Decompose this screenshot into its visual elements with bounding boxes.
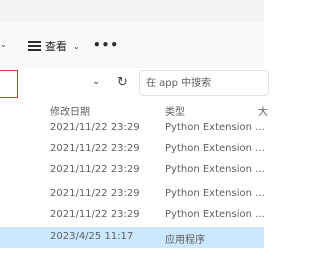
recent-locations-chevron-icon[interactable]: ⌄	[92, 76, 100, 87]
file-row[interactable]: 2021/11/22 23:29 Python Extension ...	[0, 139, 265, 160]
file-row-selected[interactable]: 2023/4/25 11:17 应用程序	[0, 227, 264, 248]
file-type: Python Extension ...	[165, 164, 265, 175]
chevron-down-icon[interactable]: ⌄	[0, 40, 7, 49]
file-type: 应用程序	[165, 235, 205, 246]
file-date-modified: 2021/11/22 23:29	[50, 122, 140, 133]
refresh-icon[interactable]: ↻	[117, 75, 128, 90]
column-header: 修改日期 类型 大	[0, 100, 268, 118]
address-input[interactable]	[0, 70, 18, 98]
column-header-type[interactable]: 类型	[165, 103, 185, 118]
file-type: Python Extension ...	[165, 122, 265, 133]
file-date-modified: 2021/11/22 23:29	[50, 164, 140, 175]
search-input[interactable]	[140, 71, 264, 96]
file-row[interactable]: 2021/11/22 23:29 Python Extension ...	[0, 118, 265, 139]
window-top-band	[0, 0, 264, 22]
chevron-down-icon: ⌄	[73, 41, 80, 51]
more-options-button[interactable]: •••	[93, 38, 119, 52]
file-date-modified: 2021/11/22 23:29	[50, 188, 140, 199]
view-label: 查看	[45, 40, 67, 53]
file-date-modified: 2021/11/22 23:29	[50, 209, 140, 220]
file-row[interactable]: 2021/11/22 23:29 Python Extension ...	[0, 184, 265, 205]
column-header-size[interactable]: 大	[258, 103, 268, 118]
file-date-modified: 2021/11/22 23:29	[50, 143, 140, 154]
file-type: Python Extension ...	[165, 188, 265, 199]
view-button[interactable]: 查看 ⌄	[28, 36, 80, 56]
file-row[interactable]: 2021/11/22 23:29 Python Extension ...	[0, 205, 265, 226]
search-box[interactable]	[139, 70, 269, 96]
file-row[interactable]: 2021/11/22 23:29 Python Extension ...	[0, 160, 265, 181]
file-type: Python Extension ...	[165, 209, 265, 220]
view-icon	[28, 41, 41, 51]
column-header-date-modified[interactable]: 修改日期	[50, 103, 90, 118]
file-date-modified: 2023/4/25 11:17	[50, 231, 134, 242]
file-type: Python Extension ...	[165, 143, 265, 154]
